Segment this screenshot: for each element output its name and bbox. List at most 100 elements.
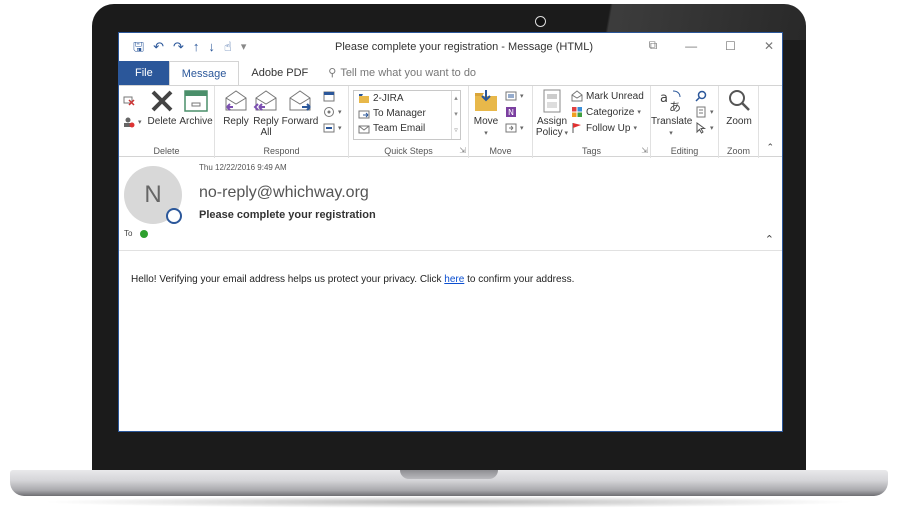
reply-icon (225, 90, 247, 111)
body-text-before: Hello! Verifying your email address help… (131, 274, 445, 285)
related-button[interactable]: ▾ (695, 106, 714, 118)
im-button[interactable]: ▾ (323, 106, 342, 118)
recipient-status-icon[interactable] (140, 229, 149, 238)
quick-step-label: 2-JIRA (373, 93, 404, 104)
more-respond-dropdown-icon: ▾ (338, 125, 342, 132)
next-item-icon[interactable]: ↓ (208, 39, 215, 55)
team-email-icon (358, 125, 370, 133)
follow-up-button[interactable]: Follow Up ▾ (571, 122, 637, 134)
window-title: Please complete your registration - Mess… (335, 41, 593, 53)
ignore-button[interactable] (123, 94, 135, 106)
categorize-dropdown-icon: ▾ (637, 109, 641, 116)
reply-all-button[interactable]: Reply All (251, 88, 281, 138)
move-group-label: Move (489, 146, 512, 156)
delete-group: ▾ Delete Archive Delete (119, 86, 215, 158)
message-subject: Please complete your registration (199, 209, 376, 221)
delete-group-label: Delete (153, 146, 180, 156)
svg-text:a: a (660, 91, 668, 106)
assign-policy-button[interactable]: Assign Policy ▾ (535, 88, 569, 139)
onenote-icon: N (506, 107, 516, 117)
junk-button[interactable]: ▾ (123, 116, 142, 128)
junk-icon (124, 117, 135, 128)
zoom-group-label: Zoom (726, 146, 750, 156)
tell-me-search[interactable]: ⚲ Tell me what you want to do (320, 61, 484, 85)
svg-text:N: N (508, 108, 514, 117)
folder-arrow-icon (359, 93, 369, 103)
find-button[interactable] (695, 90, 707, 102)
collapse-ribbon-icon[interactable]: ⌃ (766, 142, 774, 153)
mark-unread-button[interactable]: Mark Unread (571, 90, 644, 102)
maximize-icon[interactable]: ☐ (725, 39, 736, 53)
collapse-header-icon[interactable]: ⌃ (765, 233, 774, 246)
to-label: To (124, 229, 133, 238)
categorize-label: Categorize (586, 106, 635, 118)
move-group: Move ▾ ▾ N ▾ Move (469, 86, 533, 158)
delete-icon (151, 90, 173, 112)
archive-icon (184, 90, 208, 112)
quick-step-item[interactable]: To Manager (354, 106, 460, 121)
ribbon-tabs: File Message Adobe PDF ⚲ Tell me what you… (119, 61, 782, 85)
zoom-label: Zoom (726, 116, 752, 127)
tell-me-label: Tell me what you want to do (340, 67, 477, 79)
quick-step-item[interactable]: 2-JIRA (354, 91, 460, 106)
mark-unread-label: Mark Unread (586, 90, 644, 102)
sender-address[interactable]: no-reply@whichway.org (199, 184, 369, 202)
quick-steps-label: Quick Steps (384, 146, 433, 156)
previous-item-icon[interactable]: ↑ (193, 39, 200, 55)
save-icon[interactable]: 🖫 (133, 39, 144, 55)
archive-label: Archive (179, 116, 213, 127)
zoom-button[interactable]: Zoom (723, 88, 755, 127)
actions-dropdown-icon: ▾ (520, 125, 524, 132)
select-cursor-icon (696, 122, 707, 134)
select-button[interactable]: ▾ (695, 122, 714, 134)
message-timestamp: Thu 12/22/2016 9:49 AM (199, 163, 287, 172)
tab-message[interactable]: Message (168, 61, 240, 85)
recipient-row: To (124, 229, 149, 238)
find-icon (695, 90, 707, 102)
confirm-link[interactable]: here (444, 274, 464, 285)
tab-file[interactable]: File (119, 61, 169, 85)
quick-steps-launcher-icon[interactable]: ⇲ (459, 146, 466, 155)
archive-button[interactable]: Archive (179, 88, 213, 127)
close-icon[interactable]: ✕ (764, 39, 774, 53)
laptop-shadow (40, 496, 858, 508)
window-controls: ⧉ — ☐ ✕ (649, 38, 774, 53)
assign-policy-dropdown-icon: ▾ (562, 130, 569, 137)
move-label: Move (473, 116, 499, 127)
customize-qat-icon[interactable]: ▾ (241, 39, 247, 55)
more-respond-button[interactable]: ▾ (323, 122, 342, 134)
redo-icon[interactable]: ↷ (173, 39, 184, 55)
tags-group: Assign Policy ▾ Mark Unread Categorize ▾ … (533, 86, 651, 158)
outlook-window: 🖫 ↶ ↷ ↑ ↓ ☝ ▾ Please complete your regis… (118, 32, 783, 432)
move-button[interactable]: Move ▾ (471, 88, 501, 139)
tags-launcher-icon[interactable]: ⇲ (641, 146, 648, 155)
message-body: Hello! Verifying your email address help… (131, 274, 574, 285)
ribbon-display-options-icon[interactable]: ⧉ (649, 38, 658, 53)
reply-button[interactable]: Reply (221, 88, 251, 127)
quick-steps-scroll[interactable]: ▴ ▾ ▿ (451, 91, 460, 139)
delete-button[interactable]: Delete (147, 88, 177, 127)
more-respond-icon (323, 123, 335, 133)
forward-button[interactable]: Forward (281, 88, 319, 127)
undo-icon[interactable]: ↶ (153, 39, 164, 55)
reply-label: Reply (223, 116, 249, 127)
webcam-icon (535, 16, 546, 27)
laptop-base (10, 470, 888, 496)
meeting-button[interactable] (323, 90, 335, 102)
rules-button[interactable]: ▾ (505, 90, 524, 102)
quick-step-item[interactable]: Team Email (354, 121, 460, 136)
presence-icon (166, 208, 182, 224)
minimize-icon[interactable]: — (685, 39, 697, 53)
follow-up-dropdown-icon: ▾ (633, 125, 637, 132)
onenote-button[interactable]: N (505, 106, 517, 118)
tags-group-label: Tags (581, 146, 601, 156)
categorize-button[interactable]: Categorize ▾ (571, 106, 641, 118)
respond-group-label: Respond (263, 146, 300, 156)
tab-adobe-pdf[interactable]: Adobe PDF (239, 61, 320, 85)
ignore-icon (123, 96, 135, 106)
touch-mode-icon[interactable]: ☝ (224, 39, 232, 55)
translate-button[interactable]: aあ Translate ▾ (651, 88, 692, 139)
actions-button[interactable]: ▾ (505, 122, 524, 134)
move-dropdown-icon: ▾ (484, 130, 488, 137)
assign-policy-icon (543, 89, 561, 113)
